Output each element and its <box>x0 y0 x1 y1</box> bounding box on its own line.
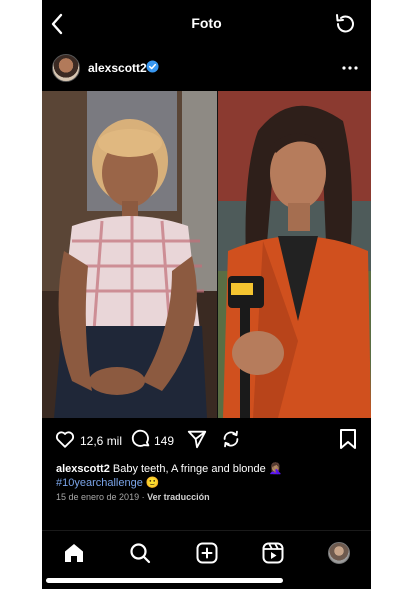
nav-home[interactable] <box>62 541 86 565</box>
home-indicator[interactable] <box>46 578 283 583</box>
like-button[interactable] <box>54 428 76 452</box>
plus-square-icon <box>196 542 218 564</box>
repost-icon <box>223 430 239 448</box>
nav-reels[interactable] <box>261 541 285 565</box>
photo-then-illustration <box>42 91 218 418</box>
post-action-bar: 12,6 mil 149 <box>42 428 371 454</box>
nav-create[interactable] <box>195 541 219 565</box>
hashtag-link[interactable]: #10yearchallenge <box>56 477 143 489</box>
caption-text: Baby teeth, A fringe and blonde 🤦🏽‍♀️ <box>112 463 283 475</box>
reels-icon <box>262 542 284 564</box>
top-bar: Foto <box>42 0 371 48</box>
meta-separator: · <box>141 492 145 502</box>
photo-then <box>42 91 218 418</box>
photo-now <box>218 91 371 418</box>
more-horizontal-icon <box>342 66 358 70</box>
heart-icon <box>55 431 75 448</box>
instagram-screen: Foto alexscott2 12,6 mil 149 alexscott2 … <box>42 0 371 589</box>
see-translation-link[interactable]: Ver traducción <box>147 492 210 502</box>
post-caption: alexscott2 Baby teeth, A fringe and blon… <box>56 462 356 490</box>
caption-emoji: 🙂 <box>145 477 160 489</box>
nav-profile-avatar[interactable] <box>328 542 350 564</box>
bottom-nav <box>42 530 371 574</box>
post-image[interactable] <box>42 91 371 418</box>
comment-icon <box>131 429 150 447</box>
page-title: Foto <box>191 15 222 31</box>
post-header: alexscott2 <box>42 52 371 86</box>
repost-button[interactable] <box>220 428 242 452</box>
post-meta: 15 de enero de 2019 · Ver traducción <box>56 492 210 502</box>
home-icon <box>65 544 83 562</box>
post-date: 15 de enero de 2019 <box>56 492 140 502</box>
share-button[interactable] <box>186 428 208 452</box>
refresh-icon <box>336 14 354 33</box>
caption-username[interactable]: alexscott2 <box>56 463 110 475</box>
nav-search[interactable] <box>128 541 152 565</box>
post-username[interactable]: alexscott2 <box>88 61 147 75</box>
refresh-button[interactable] <box>333 12 357 36</box>
comments-count[interactable]: 149 <box>154 434 174 448</box>
avatar[interactable] <box>52 54 80 82</box>
bookmark-icon <box>340 429 356 449</box>
likes-count[interactable]: 12,6 mil <box>80 434 122 448</box>
search-icon <box>130 543 151 564</box>
more-options-button[interactable] <box>341 60 359 76</box>
photo-now-illustration <box>218 91 371 418</box>
comment-button[interactable] <box>130 428 152 452</box>
send-icon <box>187 430 207 449</box>
save-button[interactable] <box>338 428 358 452</box>
verified-badge-icon <box>146 60 159 73</box>
